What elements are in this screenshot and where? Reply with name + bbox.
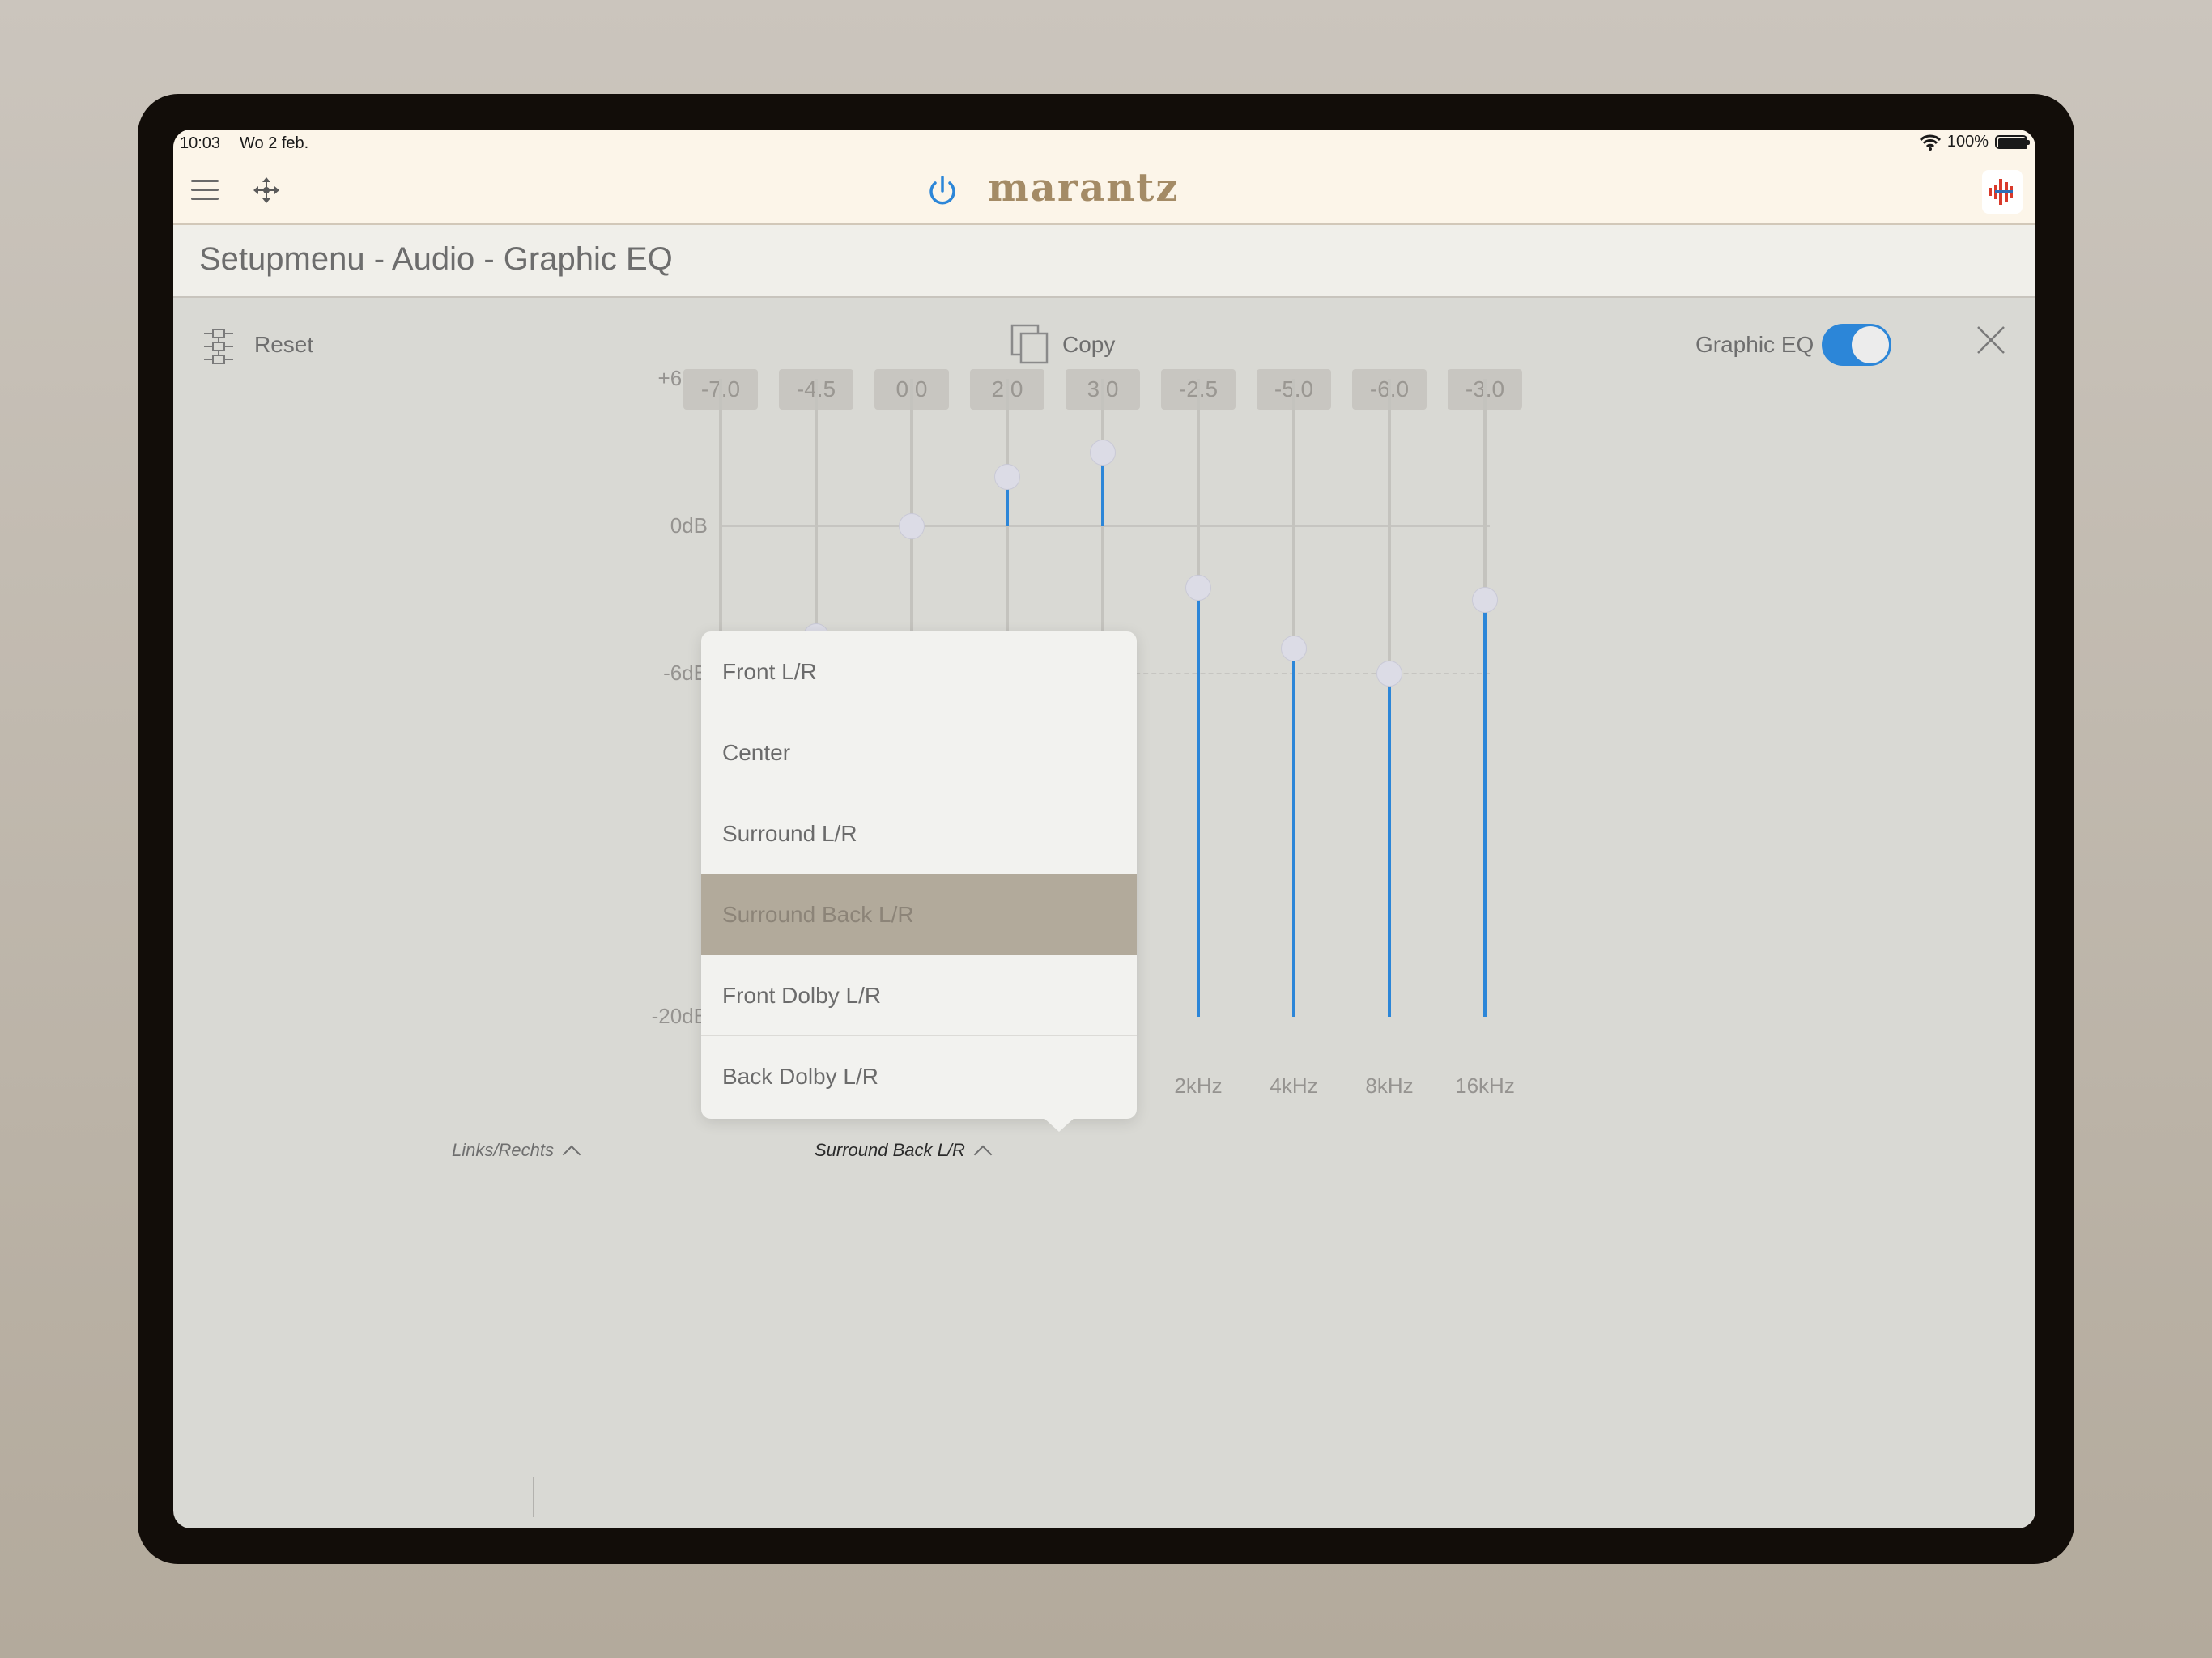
hamburger-menu-icon[interactable]	[191, 180, 219, 201]
copy-icon[interactable]	[1010, 324, 1049, 364]
grid-line	[721, 525, 1490, 527]
eq-slider-fill	[1388, 673, 1391, 1017]
divider	[533, 1477, 534, 1517]
eq-slider-thumb[interactable]	[1090, 439, 1116, 466]
close-icon[interactable]	[1975, 324, 2007, 356]
channel-selector-label: Surround Back L/R	[815, 1140, 965, 1160]
eq-slider-fill	[1292, 648, 1295, 1017]
eq-slider-thumb[interactable]	[1281, 636, 1307, 662]
chevron-up-icon	[562, 1145, 581, 1164]
graphic-eq-toggle[interactable]	[1822, 324, 1891, 366]
frequency-label: 4kHz	[1270, 1073, 1318, 1098]
eq-slider-thumb[interactable]	[1185, 574, 1211, 601]
channel-popover: Front L/R Center Surround L/R Surround Back…	[701, 631, 1137, 1119]
toggle-knob	[1852, 326, 1889, 363]
channel-menu-item[interactable]: Front Dolby L/R	[701, 955, 1137, 1036]
frequency-label: 8kHz	[1365, 1073, 1414, 1098]
status-time: 10:03	[180, 134, 221, 152]
tablet-frame: 10:03 Wo 2 feb. 100% marantz Setupmenu -…	[138, 94, 2074, 1564]
page-title: Setupmenu - Audio - Graphic EQ	[199, 241, 673, 277]
eq-slider-thumb[interactable]	[899, 512, 925, 539]
wifi-icon	[1919, 134, 1941, 151]
popover-arrow	[1043, 1117, 1075, 1132]
db-axis-label: -20dB	[651, 1004, 708, 1028]
channel-menu-item[interactable]: Front L/R	[701, 631, 1137, 712]
move-arrows-icon[interactable]	[251, 175, 282, 206]
frequency-label: 16kHz	[1455, 1073, 1515, 1098]
eq-slider-thumb[interactable]	[1376, 660, 1402, 687]
channel-selector[interactable]: Surround Back L/R	[815, 1140, 993, 1164]
reset-button[interactable]: Reset	[254, 332, 313, 358]
eq-slider-fill	[1483, 599, 1487, 1017]
app-header: 10:03 Wo 2 feb. 100% marantz	[173, 130, 2035, 225]
speaker-selector-label: Links/Rechts	[452, 1140, 554, 1160]
frequency-label: 2kHz	[1174, 1073, 1223, 1098]
chevron-up-icon	[973, 1145, 993, 1164]
eq-slider-thumb[interactable]	[994, 464, 1020, 491]
reset-sliders-icon[interactable]	[202, 327, 235, 366]
speaker-selector[interactable]: Links/Rechts	[452, 1140, 581, 1164]
status-indicators: 100%	[1919, 133, 2030, 151]
battery-icon	[1995, 135, 2030, 149]
brand-logo: marantz	[988, 165, 1180, 210]
db-axis-label: 0dB	[670, 512, 708, 538]
channel-menu-item[interactable]: Surround L/R	[701, 793, 1137, 874]
eq-slider-thumb[interactable]	[1472, 586, 1498, 613]
status-date: Wo 2 feb.	[240, 134, 309, 152]
graphic-eq-label: Graphic EQ	[1695, 332, 1814, 357]
channel-menu-item[interactable]: Center	[701, 712, 1137, 793]
channel-menu-item[interactable]: Back Dolby L/R	[701, 1036, 1137, 1117]
battery-percentage: 100%	[1946, 133, 1989, 151]
heos-app-icon[interactable]	[1982, 170, 2023, 214]
eq-slider-fill	[1197, 587, 1200, 1017]
screen: 10:03 Wo 2 feb. 100% marantz Setupmenu -…	[173, 130, 2035, 1528]
channel-menu-item[interactable]: Surround Back L/R	[701, 874, 1137, 955]
db-axis-label: -6dB	[663, 660, 708, 685]
copy-button[interactable]: Copy	[1062, 332, 1115, 358]
title-bar: Setupmenu - Audio - Graphic EQ	[173, 225, 2035, 298]
power-icon[interactable]	[925, 173, 960, 209]
